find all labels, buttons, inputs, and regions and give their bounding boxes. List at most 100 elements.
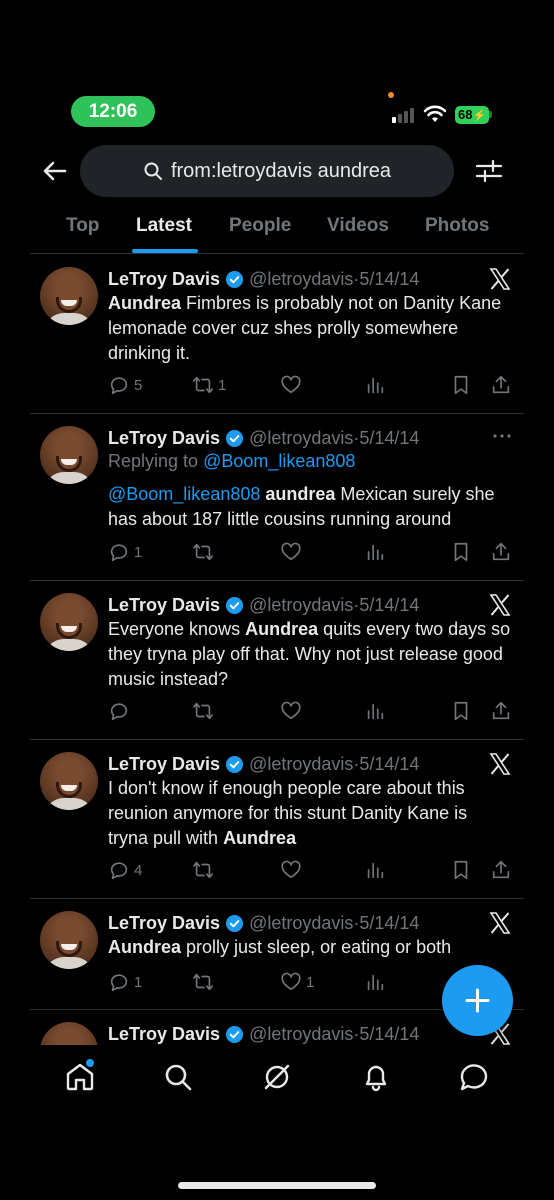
author-name[interactable]: LeTroy Davis <box>108 913 220 934</box>
avatar[interactable] <box>40 593 98 651</box>
share-button[interactable] <box>490 858 512 882</box>
text-pre: Everyone knows <box>108 619 246 639</box>
tab-videos[interactable]: Videos <box>327 215 389 237</box>
back-arrow-icon[interactable] <box>40 156 70 186</box>
messages-icon[interactable] <box>457 1060 491 1094</box>
reply-count: 5 <box>134 376 143 394</box>
reply-button[interactable]: 4 <box>108 858 142 882</box>
author-name[interactable]: LeTroy Davis <box>108 595 220 616</box>
avatar[interactable] <box>40 267 98 325</box>
verified-icon <box>226 429 244 447</box>
views-button[interactable] <box>364 373 386 397</box>
status-time[interactable]: 12:06 <box>71 96 155 127</box>
compose-button[interactable] <box>442 965 513 1036</box>
tab-photos[interactable]: Photos <box>425 215 489 237</box>
grok-icon[interactable] <box>260 1060 294 1094</box>
views-button[interactable] <box>364 970 386 994</box>
replying-to: Replying to @Boom_likean808 <box>108 451 355 472</box>
author-name[interactable]: LeTroy Davis <box>108 428 220 449</box>
more-icon[interactable] <box>490 428 514 444</box>
tweet-text: Aundrea Fimbres is probably not on Danit… <box>108 291 508 366</box>
explore-icon[interactable] <box>161 1060 195 1094</box>
replying-prefix: Replying to <box>108 451 204 471</box>
tweet-text: Aundrea prolly just sleep, or eating or … <box>108 935 512 960</box>
tweet-text: Everyone knows Aundrea quits every two d… <box>108 617 512 692</box>
x-logo-icon[interactable] <box>488 267 512 291</box>
like-icon <box>281 860 301 879</box>
reply-button[interactable]: 1 <box>108 970 142 994</box>
x-logo-icon[interactable] <box>488 911 512 935</box>
battery-indicator: 68⚡ <box>455 106 489 124</box>
tab-people[interactable]: People <box>229 215 291 237</box>
avatar[interactable] <box>40 752 98 810</box>
tweet-actions: 1 <box>108 540 518 564</box>
tweet[interactable]: LeTroy Davis @letroydavis · 5/14/14 I don'… <box>30 740 524 899</box>
x-logo-icon[interactable] <box>488 593 512 617</box>
avatar[interactable] <box>40 1022 98 1045</box>
replying-to-link[interactable]: @Boom_likean808 <box>203 451 355 471</box>
author-name[interactable]: LeTroy Davis <box>108 754 220 775</box>
avatar[interactable] <box>40 911 98 969</box>
retweet-icon <box>193 543 213 561</box>
like-button[interactable] <box>280 373 306 397</box>
highlight: Aundrea <box>223 828 297 848</box>
tab-latest[interactable]: Latest <box>136 215 192 237</box>
search-input[interactable]: from:letroydavis aundrea <box>80 145 454 197</box>
retweet-button[interactable] <box>192 858 218 882</box>
tweet[interactable]: LeTroy Davis @letroydavis · 5/14/14 Aundre… <box>30 255 524 414</box>
bookmark-button[interactable] <box>450 540 472 564</box>
avatar[interactable] <box>40 426 98 484</box>
like-button[interactable] <box>280 540 306 564</box>
views-button[interactable] <box>364 858 386 882</box>
bookmark-button[interactable] <box>450 858 472 882</box>
highlight: Aundrea <box>108 937 182 957</box>
tweet[interactable]: LeTroy Davis @letroydavis · 5/14/14 Replyi… <box>30 414 524 581</box>
mention-link[interactable]: @Boom_likean808 <box>108 484 260 504</box>
reply-icon <box>110 974 128 992</box>
home-indicator[interactable] <box>178 1182 376 1189</box>
highlight: Aundrea <box>108 293 182 313</box>
bookmark-button[interactable] <box>450 373 472 397</box>
share-icon <box>492 860 510 879</box>
share-button[interactable] <box>490 540 512 564</box>
verified-icon <box>226 270 244 288</box>
notifications-icon[interactable] <box>359 1060 393 1094</box>
filter-icon[interactable] <box>474 156 504 186</box>
author-handle: @letroydavis <box>249 912 354 933</box>
reply-button[interactable]: 1 <box>108 540 142 564</box>
like-button[interactable] <box>280 858 306 882</box>
retweet-count: 1 <box>218 376 227 394</box>
bookmark-button[interactable] <box>450 699 472 723</box>
verified-icon <box>226 1025 244 1043</box>
share-icon <box>492 701 510 720</box>
views-button[interactable] <box>364 540 386 564</box>
reply-button[interactable] <box>108 699 134 723</box>
x-logo-icon[interactable] <box>488 752 512 776</box>
views-button[interactable] <box>364 699 386 723</box>
like-icon <box>281 972 301 991</box>
like-button[interactable] <box>280 699 306 723</box>
tweet-feed: LeTroy Davis @letroydavis · 5/14/14 Aundre… <box>30 255 524 1045</box>
retweet-button[interactable] <box>192 970 218 994</box>
retweet-icon <box>193 702 213 720</box>
retweet-icon <box>193 973 213 991</box>
retweet-button[interactable] <box>192 699 218 723</box>
author-name[interactable]: LeTroy Davis <box>108 269 220 290</box>
author-name[interactable]: LeTroy Davis <box>108 1024 220 1045</box>
retweet-button[interactable]: 1 <box>192 373 226 397</box>
verified-icon <box>226 755 244 773</box>
like-button[interactable]: 1 <box>280 970 314 994</box>
tab-top[interactable]: Top <box>66 215 99 237</box>
tweet[interactable]: LeTroy Davis @letroydavis · 5/14/14 Everyo… <box>30 581 524 740</box>
bookmark-icon <box>454 375 468 395</box>
reply-button[interactable]: 5 <box>108 373 142 397</box>
share-button[interactable] <box>490 373 512 397</box>
share-icon <box>492 542 510 561</box>
tweet-actions: 4 <box>108 858 518 882</box>
share-button[interactable] <box>490 699 512 723</box>
tweet-text: I don't know if enough people care about… <box>108 776 508 851</box>
retweet-button[interactable] <box>192 540 218 564</box>
tweet-date: 5/14/14 <box>359 594 420 615</box>
battery-tip <box>489 111 492 118</box>
views-icon <box>367 544 384 561</box>
